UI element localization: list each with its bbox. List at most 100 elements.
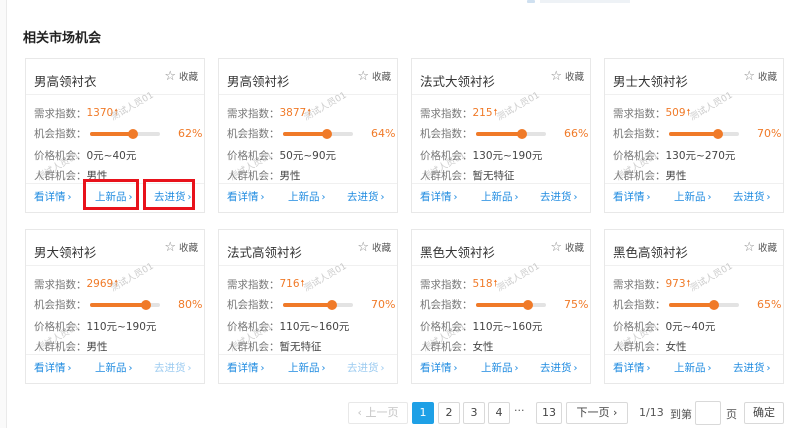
detail-link[interactable]: 看详情 › [420, 360, 458, 375]
detail-label: 看详情 [227, 191, 259, 203]
divider [26, 354, 204, 355]
page-13-button[interactable]: 13 [536, 402, 562, 424]
purchase-label: 去进货 [733, 191, 765, 203]
goto-page-input[interactable] [695, 401, 721, 425]
prev-page-button[interactable]: ‹ 上一页 [348, 402, 408, 424]
favorite-button[interactable]: ☆ 收藏 [550, 69, 584, 84]
price-row: 价格机会： 110元~160元 [420, 319, 542, 334]
favorite-button[interactable]: ☆ 收藏 [743, 240, 777, 255]
price-row: 价格机会： 0元~40元 [34, 148, 136, 163]
chevron-right-icon: › [573, 192, 578, 203]
opportunity-percent: 80% [178, 298, 203, 311]
chevron-right-icon: › [260, 192, 265, 203]
opportunity-row: 机会指数： 66% [420, 126, 588, 141]
detail-link[interactable]: 看详情 › [34, 189, 72, 204]
favorite-button[interactable]: ☆ 收藏 [164, 240, 198, 255]
purchase-link[interactable]: 去进货 › [733, 189, 771, 204]
detail-link[interactable]: 看详情 › [613, 189, 651, 204]
detail-link[interactable]: 看详情 › [34, 360, 72, 375]
purchase-link[interactable]: 去进货 › [347, 360, 385, 375]
purchase-link[interactable]: 去进货 › [733, 360, 771, 375]
page-2-button[interactable]: 2 [438, 402, 460, 424]
opportunity-percent: 70% [757, 127, 782, 140]
goto-label: 到第 [670, 408, 692, 421]
opportunity-bar-fill [475, 131, 522, 136]
card-title: 男高领衬衣 [34, 74, 97, 89]
page-1-button[interactable]: 1 [412, 402, 434, 424]
new-product-link[interactable]: 上新品 › [481, 189, 519, 204]
crowd-label: 人群机会： [34, 341, 87, 353]
divider [219, 183, 397, 184]
new-product-link[interactable]: 上新品 › [481, 360, 519, 375]
demand-label: 需求指数： [613, 278, 666, 291]
chevron-right-icon: › [67, 192, 72, 203]
divider [219, 94, 397, 95]
opportunity-bar-fill [668, 131, 718, 136]
opportunity-row: 机会指数： 64% [227, 126, 395, 141]
purchase-link[interactable]: 去进货 › [540, 189, 578, 204]
new-product-label: 上新品 [674, 362, 706, 374]
crowd-label: 人群机会： [227, 170, 280, 182]
opportunity-bar-knob [523, 299, 533, 310]
new-product-link[interactable]: 上新品 › [674, 360, 712, 375]
purchase-label: 去进货 [154, 362, 186, 374]
favorite-button[interactable]: ☆ 收藏 [743, 69, 777, 84]
opportunity-label: 机会指数： [613, 128, 666, 140]
crowd-row: 人群机会： 女性 [420, 339, 494, 354]
crowd-row: 人群机会： 暂无特征 [227, 339, 322, 354]
card-title: 男士大领衬衫 [613, 74, 689, 89]
pagination-ellipsis: ··· [514, 404, 525, 417]
crowd-value: 男性 [665, 170, 687, 182]
favorite-label: 收藏 [178, 243, 198, 254]
new-product-link[interactable]: 上新品 › [95, 360, 133, 375]
purchase-link[interactable]: 去进货 › [347, 189, 385, 204]
new-product-link[interactable]: 上新品 › [674, 189, 712, 204]
up-arrow-icon: 🠕 [493, 108, 498, 118]
purchase-link[interactable]: 去进货 › [540, 360, 578, 375]
detail-link[interactable]: 看详情 › [227, 189, 265, 204]
star-icon: ☆ [550, 239, 562, 255]
chevron-right-icon: › [514, 363, 519, 374]
new-product-link[interactable]: 上新品 › [288, 189, 326, 204]
crowd-label: 人群机会： [420, 170, 473, 182]
opportunity-bar-fill [89, 302, 146, 307]
price-row: 价格机会： 0元~40元 [613, 319, 715, 334]
new-product-link[interactable]: 上新品 › [288, 360, 326, 375]
up-arrow-icon: 🠕 [686, 279, 691, 289]
favorite-label: 收藏 [757, 243, 777, 254]
favorite-button[interactable]: ☆ 收藏 [357, 69, 391, 84]
next-page-button[interactable]: 下一页 › [566, 402, 628, 424]
favorite-button[interactable]: ☆ 收藏 [357, 240, 391, 255]
confirm-button[interactable]: 确定 [744, 402, 784, 424]
demand-label: 需求指数： [420, 107, 473, 120]
price-value: 110元~160元 [279, 321, 350, 333]
purchase-link[interactable]: 去进货 › [154, 360, 192, 375]
new-product-label: 上新品 [288, 191, 320, 203]
demand-row: 需求指数： 1370 🠕 [34, 105, 118, 121]
detail-link[interactable]: 看详情 › [613, 360, 651, 375]
chevron-right-icon: › [646, 192, 651, 203]
price-value: 0元~40元 [86, 150, 137, 162]
page-4-button[interactable]: 4 [488, 402, 510, 424]
detail-label: 看详情 [613, 362, 645, 374]
favorite-button[interactable]: ☆ 收藏 [550, 239, 584, 255]
up-arrow-icon: 🠕 [114, 279, 119, 289]
page-3-button[interactable]: 3 [463, 402, 485, 424]
demand-value: 518 [472, 278, 493, 290]
detail-link[interactable]: 看详情 › [420, 189, 458, 204]
chevron-right-icon: › [766, 192, 771, 203]
favorite-button[interactable]: ☆ 收藏 [164, 69, 198, 84]
up-arrow-icon: 🠕 [493, 279, 498, 289]
card-title: 黑色高领衬衫 [613, 245, 689, 260]
market-card: 法式大领衬衫 ☆ 收藏 需求指数： 215 🠕 机会指数： 66% 价格机会： … [411, 58, 591, 213]
opportunity-bar-knob [709, 299, 719, 310]
detail-link[interactable]: 看详情 › [227, 360, 265, 375]
divider [605, 354, 783, 355]
demand-label: 需求指数： [227, 107, 280, 120]
opportunity-bar-knob [127, 128, 138, 139]
legend-fragment [540, 0, 630, 3]
crowd-row: 人群机会： 男性 [613, 168, 687, 183]
demand-label: 需求指数： [34, 278, 87, 291]
card-title: 男高领衬衫 [227, 74, 290, 89]
chevron-right-icon: › [707, 363, 712, 374]
